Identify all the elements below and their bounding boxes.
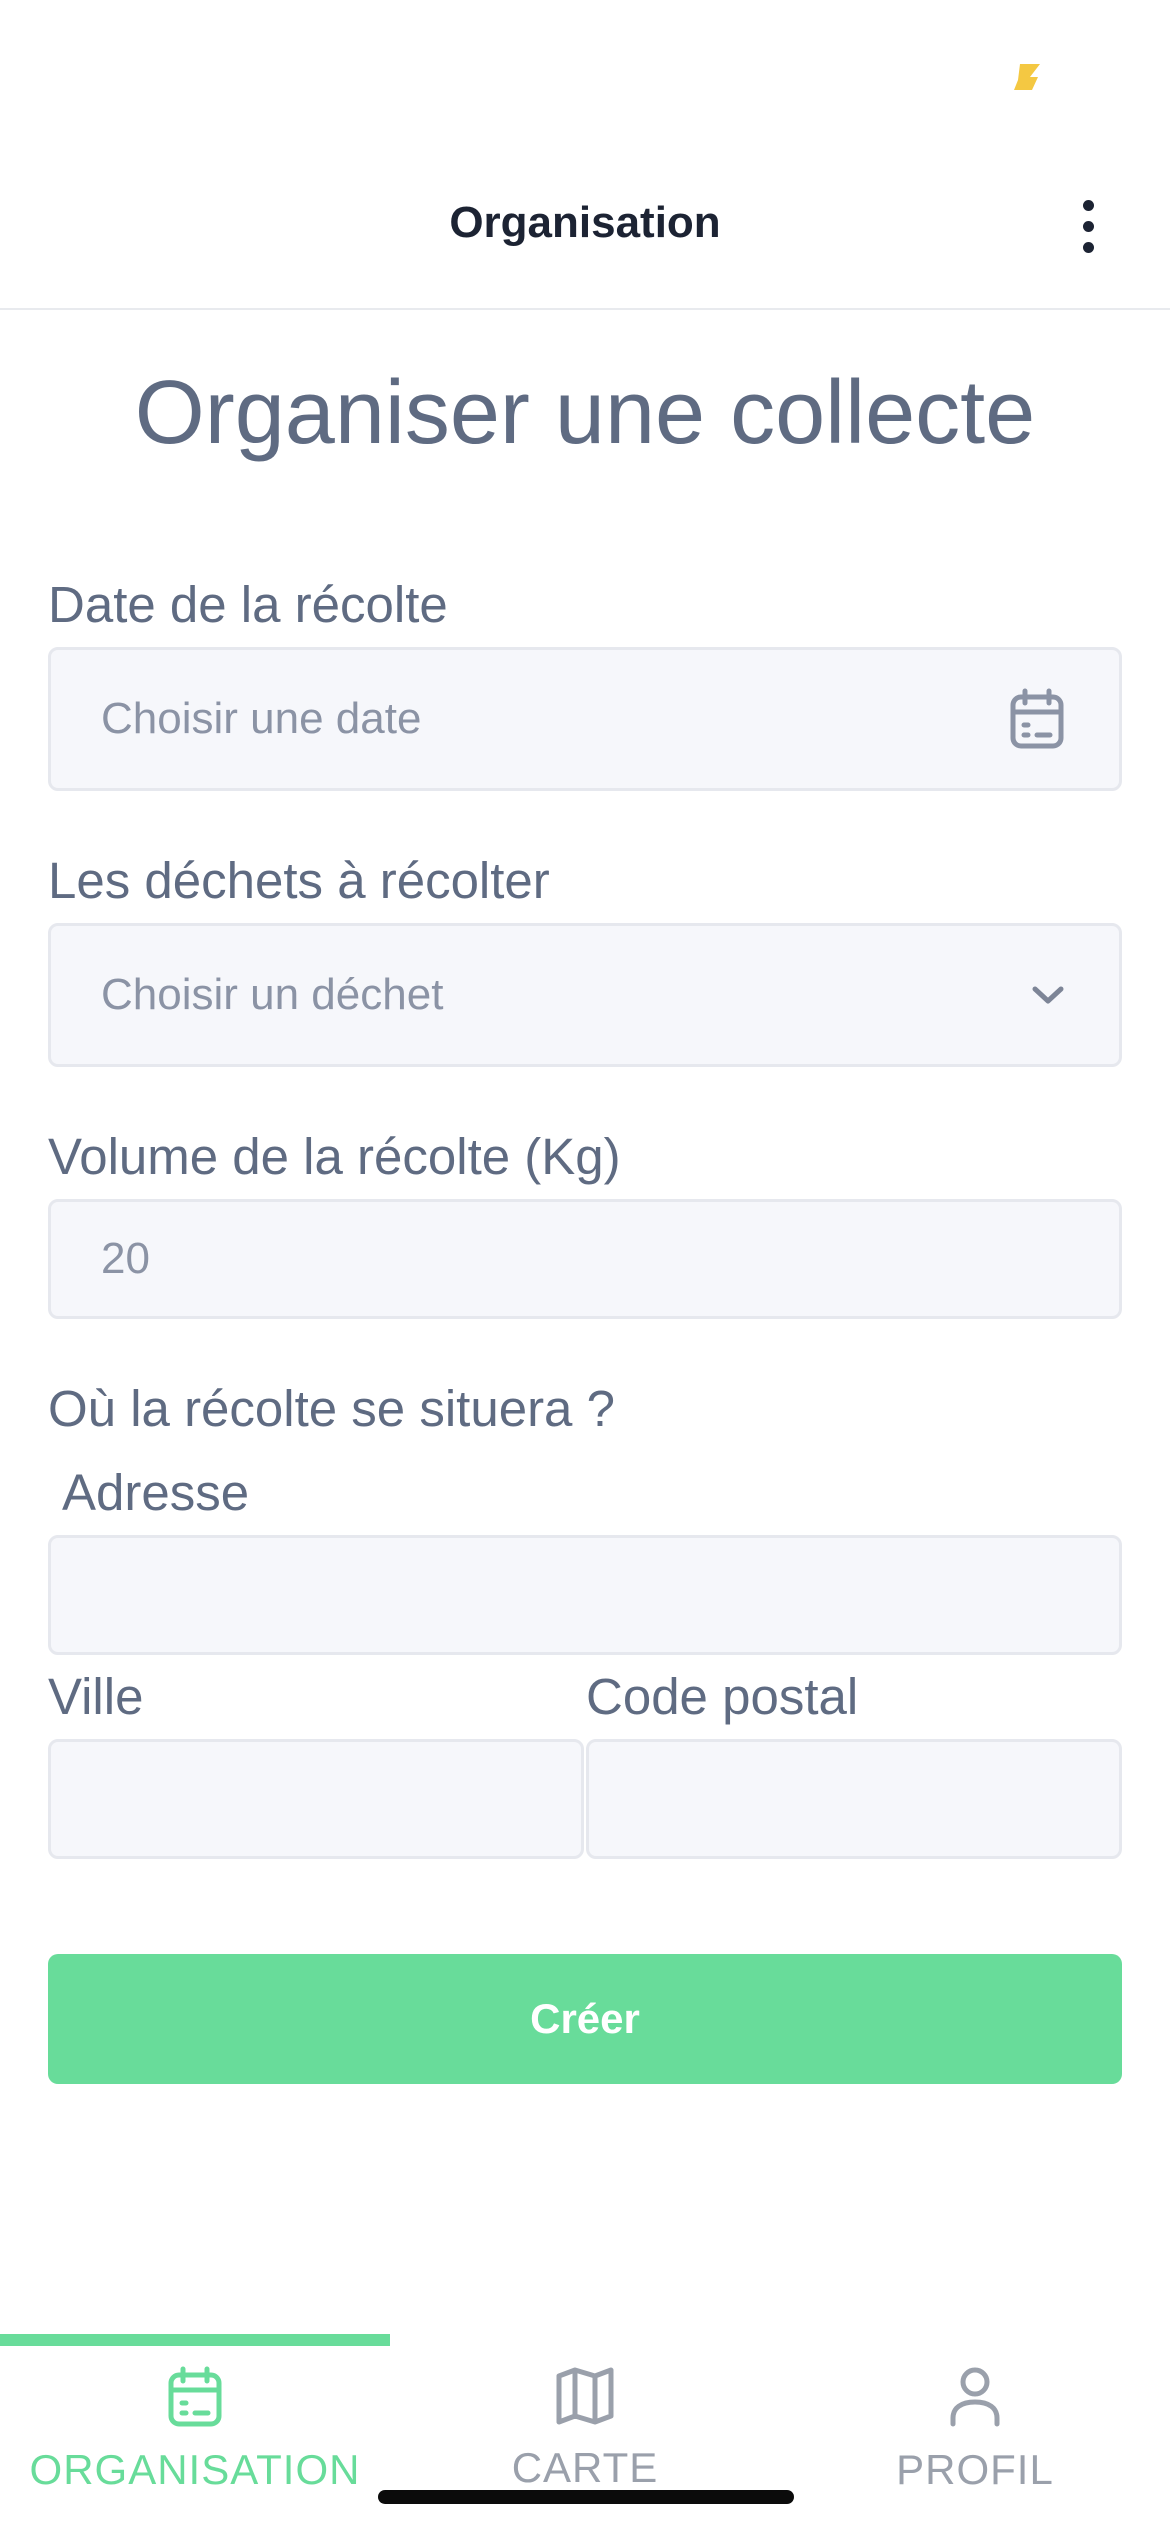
volume-label: Volume de la récolte (Kg): [48, 1128, 621, 1185]
tab-label-carte: CARTE: [511, 2444, 659, 2491]
tab-organisation[interactable]: ORGANISATION: [0, 2356, 390, 2506]
menu-dot: [1082, 241, 1094, 253]
home-indicator: [378, 2490, 794, 2504]
active-tab-indicator: [0, 2334, 390, 2346]
waste-select[interactable]: Choisir un déchet: [48, 923, 1122, 1067]
status-indicator-icon: [1014, 64, 1040, 90]
volume-placeholder: 20: [101, 1234, 150, 1283]
status-bar: [0, 0, 1170, 150]
tab-label-profil: PROFIL: [896, 2446, 1054, 2493]
waste-label: Les déchets à récolter: [48, 852, 550, 909]
address-input[interactable]: [48, 1535, 1122, 1655]
tab-profil[interactable]: PROFIL: [780, 2356, 1170, 2506]
user-icon: [950, 2367, 1000, 2427]
more-menu-button[interactable]: [1060, 190, 1116, 262]
date-label: Date de la récolte: [48, 576, 448, 633]
waste-placeholder: Choisir un déchet: [101, 970, 444, 1019]
city-label: Ville: [48, 1668, 144, 1725]
tab-carte[interactable]: CARTE: [390, 2356, 780, 2506]
header-title: Organisation: [449, 198, 721, 247]
postal-code-label: Code postal: [586, 1668, 859, 1725]
address-label: Adresse: [62, 1464, 250, 1521]
more-vertical-icon: [1082, 199, 1094, 211]
tab-label-organisation: ORGANISATION: [29, 2446, 361, 2493]
app-header: Organisation: [0, 150, 1170, 310]
date-picker-field[interactable]: Choisir une date: [48, 647, 1122, 791]
calendar-icon: [1010, 688, 1064, 749]
chevron-down-icon: [1032, 986, 1064, 1004]
city-input[interactable]: [48, 1739, 584, 1859]
map-icon: [556, 2367, 614, 2425]
location-label: Où la récolte se situera ?: [48, 1380, 615, 1437]
date-placeholder: Choisir une date: [101, 694, 422, 743]
calendar-icon: [168, 2366, 222, 2427]
volume-input[interactable]: 20: [48, 1199, 1122, 1319]
postal-code-input[interactable]: [586, 1739, 1122, 1859]
page-title: Organiser une collecte: [134, 363, 1036, 463]
menu-dot: [1082, 220, 1094, 232]
create-button[interactable]: Créer: [48, 1954, 1122, 2084]
